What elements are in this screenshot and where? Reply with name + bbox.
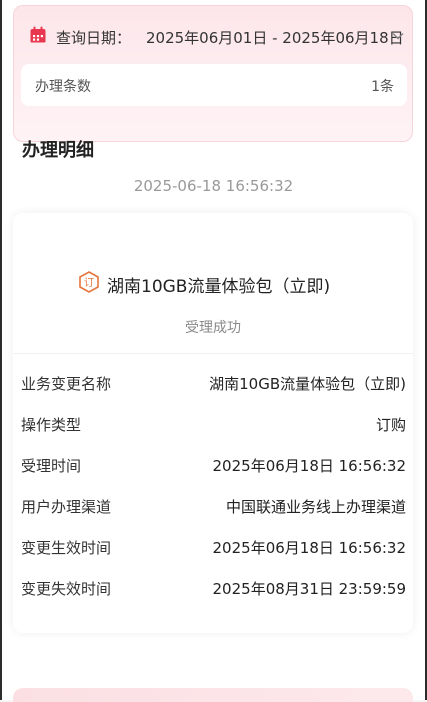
row-label: 用户办理渠道 (21, 498, 112, 516)
section-title: 办理明细 (22, 140, 94, 161)
subscribe-badge-icon: 订 (79, 271, 99, 293)
svg-text:订: 订 (84, 277, 94, 289)
package-name: 湖南10GB流量体验包（立即) (107, 277, 331, 297)
query-date-label: 查询日期： (56, 29, 132, 47)
record-detail-card: 订 湖南10GB流量体验包（立即) 受理成功 业务变更名称 湖南10GB流量体验… (13, 213, 413, 633)
chevron-down-icon[interactable] (391, 29, 405, 43)
detail-row: 变更失效时间 2025年08月31日 23:59:59 (13, 568, 413, 609)
detail-rows: 业务变更名称 湖南10GB流量体验包（立即) 操作类型 订购 受理时间 2025… (13, 363, 413, 609)
record-timestamp: 2025-06-18 16:56:32 (133, 177, 294, 195)
row-value: 2025年06月18日 16:56:32 (212, 539, 406, 557)
detail-row: 业务变更名称 湖南10GB流量体验包（立即) (13, 363, 413, 404)
app-screen: 查询日期： 2025年06月01日 - 2025年06月18日 办理条数 1条 … (0, 0, 427, 702)
row-label: 变更生效时间 (21, 539, 112, 557)
count-value: 1条 (371, 79, 394, 95)
package-status: 受理成功 (185, 320, 241, 336)
row-value: 湖南10GB流量体验包（立即) (209, 375, 406, 393)
date-range-selector[interactable]: 查询日期： 2025年06月01日 - 2025年06月18日 (14, 6, 414, 63)
row-value: 订购 (375, 416, 406, 434)
row-value: 2025年06月18日 16:56:32 (212, 457, 406, 475)
row-label: 变更失效时间 (21, 580, 112, 598)
query-date-range[interactable]: 2025年06月01日 - 2025年06月18日 (146, 27, 404, 48)
left-border (0, 0, 2, 700)
count-label: 办理条数 (35, 79, 91, 95)
count-box: 办理条数 1条 (21, 64, 407, 106)
row-label: 业务变更名称 (21, 375, 112, 393)
detail-row: 受理时间 2025年06月18日 16:56:32 (13, 445, 413, 486)
row-value: 2025年08月31日 23:59:59 (212, 580, 406, 598)
row-label: 操作类型 (21, 416, 82, 434)
detail-row: 操作类型 订购 (13, 404, 413, 445)
calendar-icon (30, 26, 46, 43)
row-value: 中国联通业务线上办理渠道 (225, 498, 406, 516)
query-card: 查询日期： 2025年06月01日 - 2025年06月18日 办理条数 1条 (13, 5, 413, 142)
row-label: 受理时间 (21, 457, 82, 475)
package-header: 订 湖南10GB流量体验包（立即) 受理成功 (13, 213, 413, 354)
detail-row: 变更生效时间 2025年06月18日 16:56:32 (13, 527, 413, 568)
detail-row: 用户办理渠道 中国联通业务线上办理渠道 (13, 486, 413, 527)
